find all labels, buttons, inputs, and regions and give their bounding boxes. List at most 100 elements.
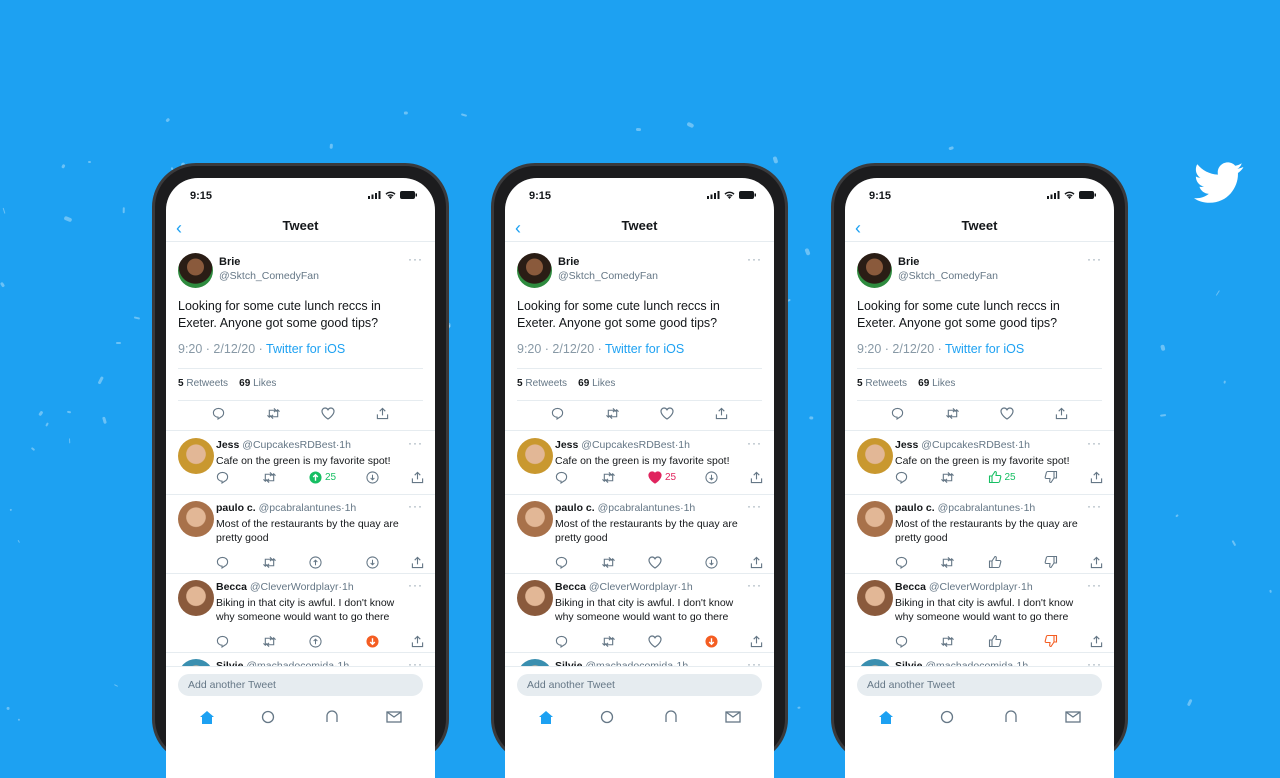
reply-author-name[interactable]: Jess — [895, 439, 918, 451]
retweet-count[interactable]: 5 — [857, 378, 863, 389]
retweet-icon[interactable] — [266, 407, 281, 425]
tweet-source-link[interactable]: Twitter for iOS — [266, 342, 345, 356]
reply-avatar[interactable] — [517, 438, 553, 474]
reply-author-name[interactable]: Becca — [895, 581, 926, 593]
reply-author-handle[interactable]: @CleverWordplayr — [929, 581, 1018, 593]
share-icon[interactable] — [1055, 407, 1068, 425]
likes-label[interactable]: Likes — [932, 378, 955, 389]
like-icon[interactable] — [648, 634, 662, 648]
search-icon[interactable] — [261, 710, 277, 724]
retweet-icon[interactable] — [940, 634, 955, 648]
more-options-icon[interactable]: ··· — [747, 499, 762, 513]
downvote-icon[interactable] — [365, 470, 379, 484]
reply-author-handle[interactable]: @CleverWordplayr — [589, 581, 678, 593]
retweets-label[interactable]: Retweets — [525, 378, 567, 389]
reply-icon[interactable] — [555, 634, 568, 648]
retweets-label[interactable]: Retweets — [186, 378, 228, 389]
retweet-icon[interactable] — [940, 470, 955, 484]
retweet-icon[interactable] — [601, 555, 616, 569]
reply-author-handle[interactable]: @CupcakesRDBest — [581, 439, 675, 451]
more-options-icon[interactable]: ··· — [1087, 436, 1102, 450]
messages-icon[interactable] — [386, 710, 402, 724]
author-handle[interactable]: @Sktch_ComedyFan — [898, 270, 998, 282]
add-tweet-input[interactable]: Add another Tweet — [517, 674, 762, 696]
reply-author-name[interactable]: Jess — [555, 439, 578, 451]
share-icon[interactable] — [411, 634, 424, 648]
retweet-icon[interactable] — [601, 470, 616, 484]
upvote-icon[interactable] — [309, 555, 322, 569]
share-icon[interactable] — [1090, 555, 1103, 569]
messages-icon[interactable] — [1065, 710, 1081, 724]
thumbs-up-icon[interactable] — [988, 634, 1002, 648]
like-icon[interactable] — [648, 555, 662, 569]
search-icon[interactable] — [600, 710, 616, 724]
home-icon[interactable] — [199, 710, 215, 724]
reply-avatar[interactable] — [517, 580, 553, 616]
upvote-icon[interactable] — [309, 634, 322, 648]
author-name[interactable]: Brie — [219, 256, 240, 268]
share-icon[interactable] — [411, 555, 424, 569]
like-icon[interactable] — [321, 407, 335, 425]
tweet-source-link[interactable]: Twitter for iOS — [605, 342, 684, 356]
more-options-icon[interactable]: ··· — [1087, 252, 1102, 266]
reply-author-handle[interactable]: @pcabralantunes — [938, 502, 1020, 514]
reply-icon[interactable] — [216, 470, 229, 484]
reply-author-name[interactable]: Jess — [216, 439, 239, 451]
reply-icon[interactable] — [895, 634, 908, 648]
avatar[interactable] — [178, 253, 213, 288]
share-icon[interactable] — [750, 634, 763, 648]
retweet-icon[interactable] — [262, 555, 277, 569]
reply-author-handle[interactable]: @CleverWordplayr — [250, 581, 339, 593]
messages-icon[interactable] — [725, 710, 741, 724]
reply-icon[interactable] — [891, 407, 904, 425]
more-options-icon[interactable]: ··· — [747, 252, 762, 266]
downvote-icon[interactable] — [704, 555, 718, 569]
retweet-icon[interactable] — [601, 634, 616, 648]
downvote-icon[interactable] — [365, 555, 379, 569]
share-icon[interactable] — [715, 407, 728, 425]
retweets-label[interactable]: Retweets — [865, 378, 907, 389]
home-icon[interactable] — [538, 710, 554, 724]
share-icon[interactable] — [750, 555, 763, 569]
reply-avatar[interactable] — [178, 501, 214, 537]
downvote-icon[interactable] — [704, 634, 718, 648]
notifications-icon[interactable] — [324, 710, 340, 724]
avatar[interactable] — [857, 253, 892, 288]
reply-avatar[interactable] — [857, 438, 893, 474]
reply-avatar[interactable] — [857, 501, 893, 537]
like-count[interactable]: 69 — [578, 378, 589, 389]
home-icon[interactable] — [878, 710, 894, 724]
retweet-icon[interactable] — [262, 634, 277, 648]
more-options-icon[interactable]: ··· — [747, 436, 762, 450]
thumbs-down-icon[interactable] — [1044, 634, 1058, 648]
reply-icon[interactable] — [216, 634, 229, 648]
more-options-icon[interactable]: ··· — [408, 578, 423, 592]
retweet-count[interactable]: 5 — [517, 378, 523, 389]
author-handle[interactable]: @Sktch_ComedyFan — [558, 270, 658, 282]
thumbs-up-icon[interactable] — [988, 555, 1002, 569]
more-options-icon[interactable]: ··· — [408, 436, 423, 450]
retweet-icon[interactable] — [262, 470, 277, 484]
more-options-icon[interactable]: ··· — [1087, 499, 1102, 513]
likes-label[interactable]: Likes — [253, 378, 276, 389]
like-icon[interactable] — [660, 407, 674, 425]
more-options-icon[interactable]: ··· — [747, 578, 762, 592]
reply-author-handle[interactable]: @pcabralantunes — [598, 502, 680, 514]
share-icon[interactable] — [376, 407, 389, 425]
share-icon[interactable] — [1090, 470, 1103, 484]
more-options-icon[interactable]: ··· — [408, 499, 423, 513]
reply-icon[interactable] — [216, 555, 229, 569]
search-icon[interactable] — [940, 710, 956, 724]
tweet-source-link[interactable]: Twitter for iOS — [945, 342, 1024, 356]
reply-icon[interactable] — [555, 470, 568, 484]
like-count[interactable]: 69 — [918, 378, 929, 389]
more-options-icon[interactable]: ··· — [408, 252, 423, 266]
retweet-count[interactable]: 5 — [178, 378, 184, 389]
retweet-icon[interactable] — [945, 407, 960, 425]
thumbs-down-icon[interactable] — [1044, 470, 1058, 484]
downvote-icon[interactable] — [365, 634, 379, 648]
reply-icon[interactable] — [895, 470, 908, 484]
reply-avatar[interactable] — [178, 438, 214, 474]
author-handle[interactable]: @Sktch_ComedyFan — [219, 270, 319, 282]
like-icon[interactable] — [648, 470, 662, 484]
